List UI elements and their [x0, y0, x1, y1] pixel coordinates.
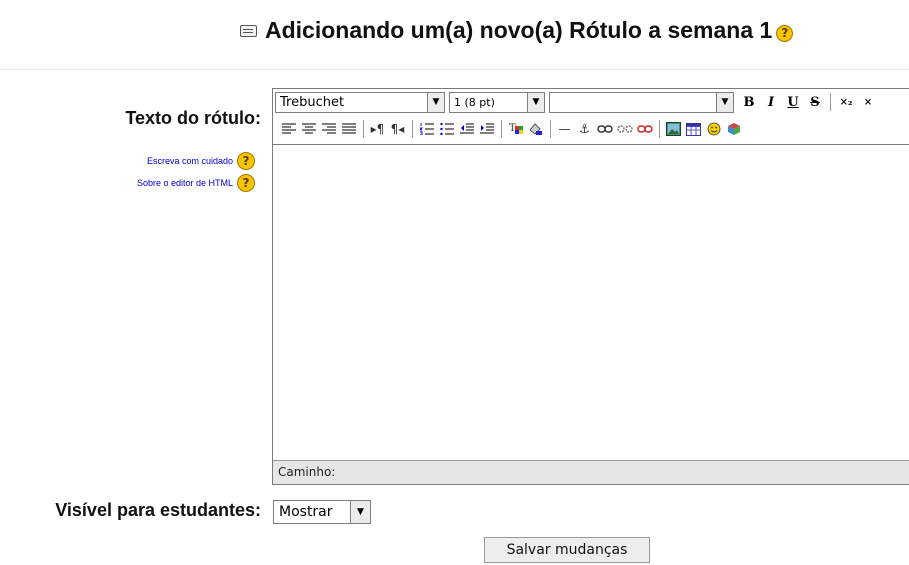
italic-button[interactable]: I: [760, 92, 782, 112]
page-header: Adicionando um(a) novo(a) Rótulo a seman…: [0, 0, 909, 70]
underline-button[interactable]: U: [782, 92, 804, 112]
text-color-icon[interactable]: T: [506, 120, 525, 139]
bold-button[interactable]: B: [738, 92, 760, 112]
editor-statusbar: Caminho:: [273, 460, 909, 484]
align-right-icon[interactable]: [319, 120, 338, 139]
help-link-write-carefully[interactable]: Escreva com cuidado ?: [137, 152, 255, 170]
paragraph-format-select[interactable]: ▼: [549, 91, 734, 113]
toolbar-separator: [830, 93, 831, 111]
chevron-down-icon[interactable]: ▼: [350, 501, 370, 523]
help-link-label[interactable]: Escreva com cuidado: [147, 156, 233, 166]
font-size-value: 1 (8 pt): [454, 95, 495, 109]
help-link-label[interactable]: Sobre o editor de HTML: [137, 178, 233, 188]
special-character-icon[interactable]: [724, 120, 743, 139]
font-size-select[interactable]: 1 (8 pt) ▼: [449, 91, 545, 113]
toolbar-row-1: Trebuchet ▼ 1 (8 pt) ▼ ▼ B I U S ×₂ ×: [275, 91, 879, 113]
font-family-select[interactable]: Trebuchet ▼: [275, 91, 445, 113]
subscript-button[interactable]: ×₂: [835, 92, 857, 112]
align-left-icon[interactable]: [279, 120, 298, 139]
toolbar-separator: [659, 120, 660, 138]
indent-icon[interactable]: [477, 120, 496, 139]
ordered-list-icon[interactable]: [417, 120, 436, 139]
insert-table-icon[interactable]: [684, 120, 703, 139]
outdent-icon[interactable]: [457, 120, 476, 139]
link-icon[interactable]: [595, 120, 614, 139]
toolbar-separator: [501, 120, 502, 138]
chevron-down-icon[interactable]: ▼: [527, 92, 544, 112]
horizontal-rule-icon[interactable]: —: [555, 120, 574, 139]
save-changes-button[interactable]: Salvar mudanças: [484, 537, 650, 563]
help-icon[interactable]: ?: [237, 152, 255, 170]
background-color-icon[interactable]: [526, 120, 545, 139]
strikethrough-button[interactable]: S: [804, 92, 826, 112]
svg-text:T: T: [509, 123, 516, 134]
chevron-down-icon[interactable]: ▼: [427, 92, 444, 112]
visible-select-value: Mostrar: [279, 504, 333, 520]
align-center-icon[interactable]: [299, 120, 318, 139]
font-family-value: Trebuchet: [280, 94, 345, 110]
chevron-down-icon[interactable]: ▼: [716, 92, 733, 112]
visible-to-students-select[interactable]: Mostrar ▼: [273, 500, 371, 524]
help-icon[interactable]: ?: [776, 24, 794, 42]
nolink-icon[interactable]: [615, 120, 634, 139]
page-title-row: Adicionando um(a) novo(a) Rótulo a seman…: [240, 17, 794, 44]
help-link-html-editor[interactable]: Sobre o editor de HTML ?: [137, 174, 255, 192]
smiley-icon[interactable]: [704, 120, 723, 139]
editor-content-area[interactable]: [273, 145, 909, 455]
html-editor: Trebuchet ▼ 1 (8 pt) ▼ ▼ B I U S ×₂ × ▸¶…: [272, 88, 909, 485]
toolbar-separator: [412, 120, 413, 138]
toolbar-separator: [550, 120, 551, 138]
help-icon[interactable]: ?: [237, 174, 255, 192]
unlink-icon[interactable]: [635, 120, 654, 139]
anchor-icon[interactable]: ⚓: [575, 120, 594, 139]
toolbar-separator: [363, 120, 364, 138]
label-text-field-label: Texto do rótulo:: [125, 108, 261, 128]
editor-toolbar: Trebuchet ▼ 1 (8 pt) ▼ ▼ B I U S ×₂ × ▸¶…: [273, 89, 909, 145]
superscript-button[interactable]: ×: [857, 92, 879, 112]
rtl-direction-icon[interactable]: ¶◂: [388, 120, 407, 139]
unordered-list-icon[interactable]: [437, 120, 456, 139]
visible-to-students-label: Visível para estudantes:: [55, 500, 261, 520]
insert-image-icon[interactable]: [664, 120, 683, 139]
toolbar-row-2: ▸¶ ¶◂ T — ⚓: [279, 117, 744, 141]
path-label: Caminho:: [278, 465, 336, 479]
label-resource-icon: [240, 24, 257, 37]
help-links: Escreva com cuidado ? Sobre o editor de …: [137, 152, 255, 196]
align-justify-icon[interactable]: [339, 120, 358, 139]
ltr-direction-icon[interactable]: ▸¶: [368, 120, 387, 139]
page-title: Adicionando um(a) novo(a) Rótulo a seman…: [265, 17, 773, 43]
